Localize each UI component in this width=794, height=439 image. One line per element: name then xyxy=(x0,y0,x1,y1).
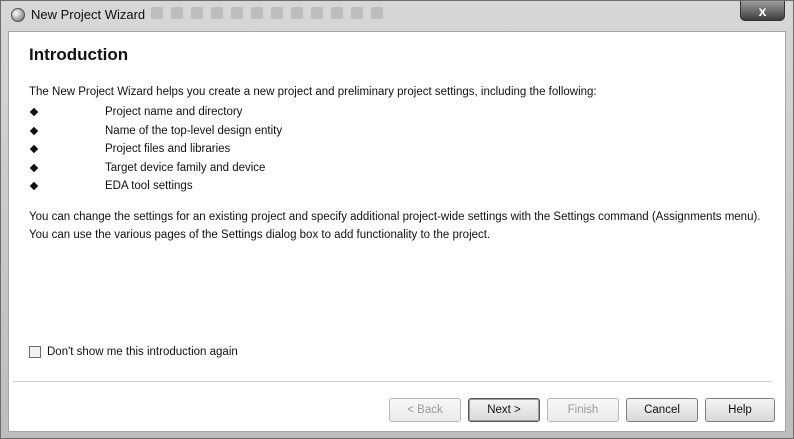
wizard-page: Introduction The New Project Wizard help… xyxy=(8,31,786,432)
list-item-label: Project files and libraries xyxy=(105,143,231,155)
ghost-icon xyxy=(171,7,183,19)
ghost-icon xyxy=(211,7,223,19)
diamond-bullet-icon xyxy=(29,181,39,191)
page-title: Introduction xyxy=(29,45,129,64)
finish-button[interactable]: Finish xyxy=(547,398,619,422)
list-item-label: EDA tool settings xyxy=(105,180,193,192)
ghost-icon xyxy=(371,7,383,19)
dont-show-again-option[interactable]: Don't show me this introduction again xyxy=(29,346,238,358)
title-bar[interactable]: New Project Wizard x xyxy=(1,1,793,29)
list-item-label: Target device family and device xyxy=(105,161,266,174)
diamond-bullet-icon xyxy=(29,144,39,154)
dont-show-again-checkbox[interactable] xyxy=(29,346,41,358)
dont-show-again-label[interactable]: Don't show me this introduction again xyxy=(47,346,238,358)
ghost-icon xyxy=(191,7,203,19)
ghost-icon xyxy=(271,7,283,19)
close-button[interactable]: x xyxy=(740,1,785,21)
close-icon: x xyxy=(758,2,767,19)
list-item-label: Project name and directory xyxy=(105,106,243,118)
ghost-icon xyxy=(151,7,163,19)
window-title: New Project Wizard xyxy=(31,7,146,22)
list-item-label: Name of the top-level design entity xyxy=(105,124,283,137)
help-button[interactable]: Help xyxy=(705,398,775,422)
ghost-icon xyxy=(291,7,303,19)
diamond-bullet-icon xyxy=(29,107,39,117)
new-project-wizard-window: New Project Wizard x Introduction The Ne… xyxy=(0,0,794,439)
diamond-bullet-icon xyxy=(29,126,39,135)
cancel-button[interactable]: Cancel xyxy=(626,398,698,422)
app-icon xyxy=(11,8,25,22)
settings-paragraph: You can change the settings for an exist… xyxy=(29,211,761,241)
background-toolbar-ghost xyxy=(151,7,451,23)
ghost-icon xyxy=(311,7,323,19)
ghost-icon xyxy=(331,7,343,19)
ghost-icon xyxy=(251,7,263,19)
ghost-icon xyxy=(351,7,363,19)
back-button[interactable]: < Back xyxy=(389,398,461,422)
diamond-bullet-icon xyxy=(29,163,39,172)
ghost-icon xyxy=(231,7,243,19)
intro-text: The New Project Wizard helps you create … xyxy=(29,86,597,98)
next-button[interactable]: Next > xyxy=(468,398,540,422)
divider xyxy=(13,381,772,382)
